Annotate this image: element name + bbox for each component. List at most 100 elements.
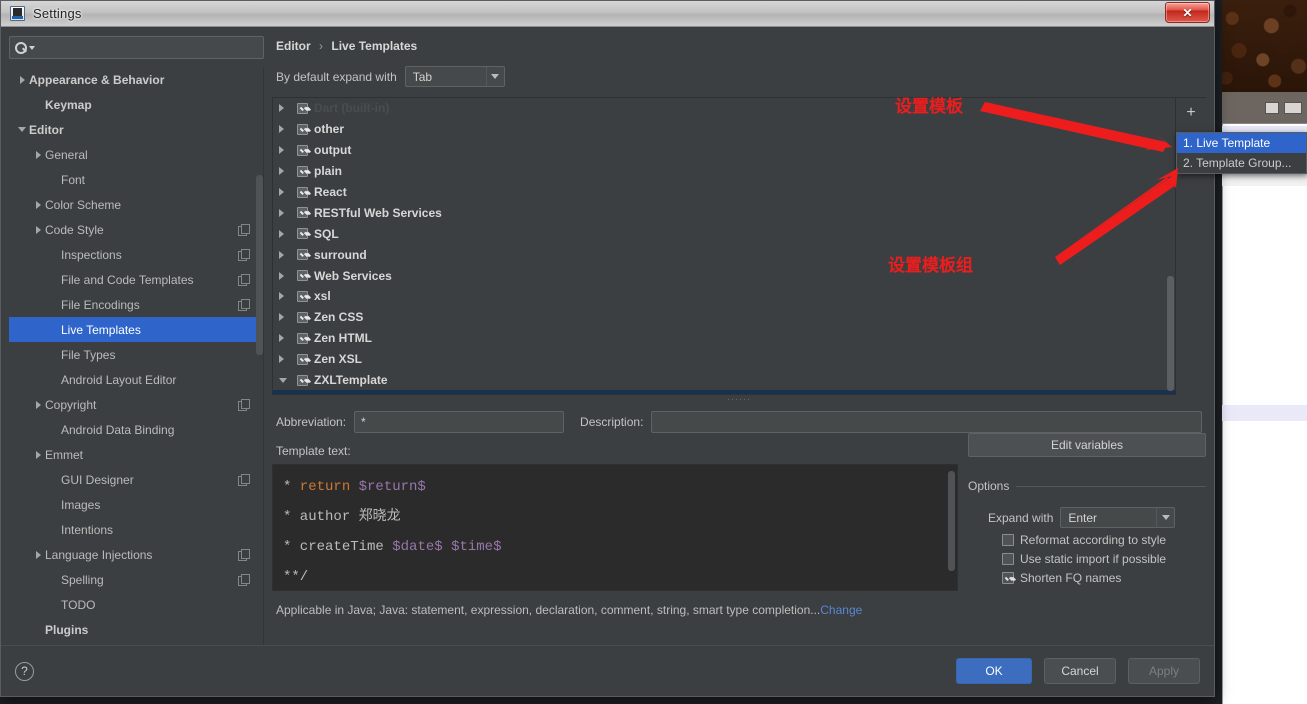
chevron-down-icon[interactable] bbox=[15, 127, 29, 132]
chevron-right-icon[interactable] bbox=[279, 146, 297, 155]
copy-settings-icon[interactable] bbox=[238, 574, 250, 586]
template-enabled-checkbox[interactable] bbox=[297, 353, 308, 365]
template-enabled-checkbox[interactable] bbox=[297, 332, 308, 344]
sidebar-item-copyright[interactable]: Copyright bbox=[9, 392, 263, 417]
template-enabled-checkbox[interactable] bbox=[297, 228, 308, 240]
template-group-row[interactable]: Zen XSL bbox=[273, 349, 1175, 370]
add-menu-item-1[interactable]: 1. Live Template bbox=[1177, 133, 1306, 153]
chevron-right-icon[interactable] bbox=[31, 200, 45, 209]
breadcrumb-root[interactable]: Editor bbox=[276, 39, 311, 53]
copy-settings-icon[interactable] bbox=[238, 299, 250, 311]
option-checkbox-row[interactable]: Use static import if possible bbox=[1002, 552, 1206, 566]
chevron-right-icon[interactable] bbox=[279, 250, 297, 259]
option-checkbox[interactable] bbox=[1002, 534, 1014, 546]
edit-variables-button[interactable]: Edit variables bbox=[968, 433, 1206, 457]
sidebar-item-keymap[interactable]: Keymap bbox=[9, 92, 263, 117]
search-input[interactable] bbox=[39, 39, 258, 56]
template-enabled-checkbox[interactable] bbox=[297, 144, 308, 156]
sidebar-item-live-templates[interactable]: Live Templates bbox=[9, 317, 263, 342]
chevron-right-icon[interactable] bbox=[279, 125, 297, 134]
template-enabled-checkbox[interactable] bbox=[297, 290, 308, 302]
template-group-row[interactable]: Zen HTML bbox=[273, 328, 1175, 349]
cancel-button[interactable]: Cancel bbox=[1044, 658, 1116, 684]
description-field[interactable] bbox=[651, 411, 1202, 433]
template-editor-scrollbar[interactable] bbox=[948, 471, 955, 571]
template-group-row[interactable]: React bbox=[273, 182, 1175, 203]
sidebar-item-android-data-binding[interactable]: Android Data Binding bbox=[9, 417, 263, 442]
copy-settings-icon[interactable] bbox=[238, 224, 250, 236]
chevron-right-icon[interactable] bbox=[279, 292, 297, 301]
sidebar-item-general[interactable]: General bbox=[9, 142, 263, 167]
add-template-menu[interactable]: 1. Live Template 2. Template Group... bbox=[1176, 132, 1307, 174]
templates-list[interactable]: Dart (built-in) other output plain React REST… bbox=[272, 97, 1176, 395]
template-enabled-checkbox[interactable] bbox=[297, 165, 308, 177]
template-text-editor[interactable]: * return $return$ * author 郑晓龙 * createTim… bbox=[272, 464, 958, 591]
sidebar-item-inspections[interactable]: Inspections bbox=[9, 242, 263, 267]
chevron-right-icon[interactable] bbox=[279, 229, 297, 238]
add-menu-item-2[interactable]: 2. Template Group... bbox=[1177, 153, 1306, 173]
sidebar-item-code-style[interactable]: Code Style bbox=[9, 217, 263, 242]
sidebar-item-spelling[interactable]: Spelling bbox=[9, 567, 263, 592]
chevron-right-icon[interactable] bbox=[279, 167, 297, 176]
sidebar-item-todo[interactable]: TODO bbox=[9, 592, 263, 617]
chevron-right-icon[interactable] bbox=[279, 271, 297, 280]
template-group-row[interactable]: SQL bbox=[273, 223, 1175, 244]
template-enabled-checkbox[interactable] bbox=[297, 374, 308, 386]
template-enabled-checkbox[interactable] bbox=[297, 270, 308, 282]
template-enabled-checkbox[interactable] bbox=[297, 311, 308, 323]
chevron-right-icon[interactable] bbox=[279, 355, 297, 364]
option-checkbox[interactable] bbox=[1002, 553, 1014, 565]
help-button[interactable]: ? bbox=[15, 661, 34, 681]
copy-settings-icon[interactable] bbox=[238, 274, 250, 286]
chevron-right-icon[interactable] bbox=[279, 208, 297, 217]
chevron-right-icon[interactable] bbox=[31, 225, 45, 234]
change-context-link[interactable]: Change bbox=[820, 603, 862, 617]
chevron-right-icon[interactable] bbox=[15, 75, 29, 84]
sidebar-item-file-types[interactable]: File Types bbox=[9, 342, 263, 367]
sidebar-item-gui-designer[interactable]: GUI Designer bbox=[9, 467, 263, 492]
template-enabled-checkbox[interactable] bbox=[297, 123, 308, 135]
template-group-row[interactable]: other bbox=[273, 119, 1175, 140]
splitter-handle[interactable]: ······ bbox=[272, 394, 1206, 404]
expand-with-select[interactable]: Enter bbox=[1060, 507, 1176, 528]
template-group-row[interactable]: Dart (built-in) bbox=[273, 98, 1175, 119]
sidebar-item-emmet[interactable]: Emmet bbox=[9, 442, 263, 467]
chevron-right-icon[interactable] bbox=[279, 313, 297, 322]
chevron-right-icon[interactable] bbox=[31, 450, 45, 459]
template-group-row[interactable]: Zen CSS bbox=[273, 307, 1175, 328]
sidebar-item-images[interactable]: Images bbox=[9, 492, 263, 517]
sidebar-item-file-encodings[interactable]: File Encodings bbox=[9, 292, 263, 317]
option-checkbox-row[interactable]: Shorten FQ names bbox=[1002, 571, 1206, 585]
copy-settings-icon[interactable] bbox=[238, 474, 250, 486]
template-group-row[interactable]: xsl bbox=[273, 286, 1175, 307]
copy-settings-icon[interactable] bbox=[238, 249, 250, 261]
sidebar-item-language-injections[interactable]: Language Injections bbox=[9, 542, 263, 567]
template-group-row[interactable]: output bbox=[273, 140, 1175, 161]
settings-tree[interactable]: Appearance & Behavior Keymap Editor General… bbox=[9, 67, 264, 645]
sidebar-item-plugins[interactable]: Plugins bbox=[9, 617, 263, 642]
abbreviation-field[interactable]: * bbox=[354, 411, 565, 433]
template-enabled-checkbox[interactable] bbox=[297, 186, 308, 198]
option-checkbox[interactable] bbox=[1002, 572, 1014, 584]
templates-list-scrollbar[interactable] bbox=[1167, 276, 1174, 391]
chevron-down-icon[interactable] bbox=[1156, 508, 1174, 527]
sidebar-item-color-scheme[interactable]: Color Scheme bbox=[9, 192, 263, 217]
template-group-row[interactable]: Web Services bbox=[273, 265, 1175, 286]
sidebar-item-android-layout-editor[interactable]: Android Layout Editor bbox=[9, 367, 263, 392]
search-box[interactable] bbox=[9, 36, 264, 59]
sidebar-item-appearance-behavior[interactable]: Appearance & Behavior bbox=[9, 67, 263, 92]
chevron-down-icon[interactable] bbox=[279, 377, 297, 383]
chevron-down-icon[interactable] bbox=[485, 67, 504, 86]
chevron-right-icon[interactable] bbox=[279, 104, 297, 113]
sidebar-item-intentions[interactable]: Intentions bbox=[9, 517, 263, 542]
copy-settings-icon[interactable] bbox=[238, 399, 250, 411]
chevron-right-icon[interactable] bbox=[31, 550, 45, 559]
template-group-row[interactable]: ZXLTemplate bbox=[273, 370, 1175, 391]
chevron-right-icon[interactable] bbox=[279, 188, 297, 196]
template-group-row[interactable]: plain bbox=[273, 161, 1175, 182]
sidebar-item-file-and-code-templates[interactable]: File and Code Templates bbox=[9, 267, 263, 292]
template-group-row[interactable]: RESTful Web Services bbox=[273, 202, 1175, 223]
sidebar-scrollbar[interactable] bbox=[256, 175, 263, 355]
chevron-right-icon[interactable] bbox=[31, 400, 45, 409]
ok-button[interactable]: OK bbox=[956, 658, 1032, 684]
